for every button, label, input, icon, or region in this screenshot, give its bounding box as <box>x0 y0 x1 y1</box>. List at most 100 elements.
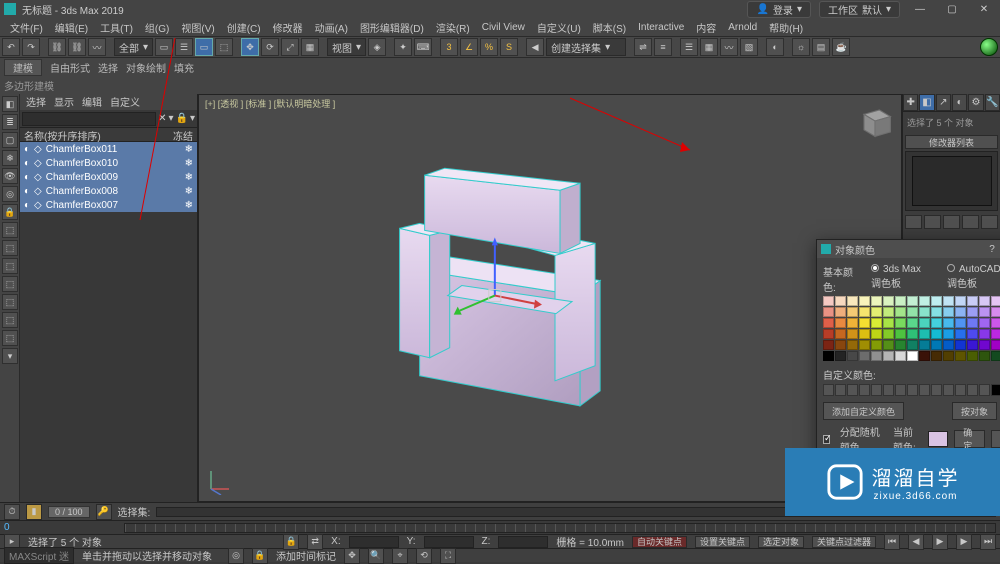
color-swatch[interactable] <box>955 351 966 361</box>
color-swatch[interactable] <box>871 351 882 361</box>
color-swatch[interactable] <box>859 296 870 306</box>
item-6[interactable]: ⬚ <box>2 312 18 328</box>
color-swatch[interactable] <box>871 340 882 350</box>
window-region-button[interactable]: ⬚ <box>215 38 233 56</box>
color-swatch[interactable] <box>967 351 978 361</box>
color-swatch[interactable] <box>847 351 858 361</box>
cmd-tab-create[interactable]: ✚ <box>903 94 918 111</box>
color-swatch[interactable] <box>847 318 858 328</box>
select-name-button[interactable]: ☰ <box>175 38 193 56</box>
render-button[interactable]: ☕ <box>832 38 850 56</box>
color-swatch[interactable] <box>883 307 894 317</box>
list-item[interactable]: ◐◇ChamferBox010❄ <box>20 156 197 170</box>
mirror-button[interactable]: ⇌ <box>634 38 652 56</box>
color-swatch[interactable] <box>943 340 954 350</box>
color-swatch[interactable] <box>823 351 834 361</box>
color-swatch[interactable] <box>859 318 870 328</box>
unlink-button[interactable]: ⛓ <box>68 38 86 56</box>
item-2[interactable]: ⬚ <box>2 240 18 256</box>
color-swatch[interactable] <box>847 340 858 350</box>
menu-rendering[interactable]: 渲染(R) <box>430 20 476 35</box>
custom-swatch[interactable] <box>871 384 882 396</box>
layer-explorer-button[interactable]: ☰ <box>680 38 698 56</box>
scene-tab-customize[interactable]: 自定义 <box>110 94 140 110</box>
color-swatch[interactable] <box>919 351 930 361</box>
color-swatch[interactable] <box>943 296 954 306</box>
color-swatch[interactable] <box>931 351 942 361</box>
color-swatch[interactable] <box>931 340 942 350</box>
select-place-button[interactable]: ▦ <box>301 38 319 56</box>
scene-search-input[interactable] <box>22 112 156 126</box>
item-4[interactable]: ⬚ <box>2 276 18 292</box>
named-sel-prev-button[interactable]: ◀ <box>526 38 544 56</box>
play-button[interactable]: ▶ <box>932 534 948 550</box>
color-swatch[interactable] <box>931 318 942 328</box>
modifier-list-header[interactable]: 修改器列表 <box>905 135 998 149</box>
color-swatch[interactable] <box>907 296 918 306</box>
scene-tab-display[interactable]: 显示 <box>54 94 74 110</box>
select-scale-button[interactable]: ⤢ <box>281 38 299 56</box>
cmd-tab-motion[interactable]: ◐ <box>952 94 967 111</box>
rect-region-button[interactable]: ▭ <box>195 38 213 56</box>
modifier-stack[interactable] <box>905 151 998 211</box>
color-swatch[interactable] <box>907 318 918 328</box>
color-swatch[interactable] <box>943 318 954 328</box>
align-button[interactable]: ≡ <box>654 38 672 56</box>
menu-file[interactable]: 文件(F) <box>4 20 49 35</box>
visibility-icon[interactable]: ◐ <box>24 144 30 155</box>
curve-editor-button[interactable]: 〰 <box>720 38 738 56</box>
pivot-button[interactable]: ◈ <box>368 38 386 56</box>
color-swatch[interactable] <box>907 351 918 361</box>
color-swatch[interactable] <box>835 340 846 350</box>
list-item[interactable]: ◐◇ChamferBox008❄ <box>20 184 197 198</box>
menu-modifiers[interactable]: 修改器 <box>267 20 309 35</box>
key-target-button[interactable]: 选定对象 <box>758 536 804 548</box>
cmd-tab-utilities[interactable]: 🔧 <box>985 94 1000 111</box>
custom-swatch[interactable] <box>907 384 918 396</box>
color-swatch[interactable] <box>967 296 978 306</box>
y-input[interactable] <box>424 536 474 548</box>
color-swatch[interactable] <box>823 329 834 339</box>
time-tag-button[interactable]: ▮ <box>26 504 42 520</box>
visibility-icon[interactable]: ◐ <box>24 172 30 183</box>
render-setup-button[interactable]: ☼ <box>792 38 810 56</box>
color-swatch[interactable] <box>847 296 858 306</box>
bind-spacewarp-button[interactable]: 〰 <box>88 38 106 56</box>
add-time-tag[interactable]: 添加时间标记 <box>276 548 336 563</box>
schematic-view-button[interactable]: ▧ <box>740 38 758 56</box>
color-swatch[interactable] <box>919 307 930 317</box>
custom-swatch[interactable] <box>943 384 954 396</box>
color-swatch[interactable] <box>991 351 1000 361</box>
layer-tool[interactable]: ≣ <box>2 114 18 130</box>
list-item[interactable]: ◐◇ChamferBox007❄ <box>20 198 197 212</box>
prev-frame-button[interactable]: ◀ <box>908 534 924 550</box>
dialog-help-button[interactable]: ? <box>983 242 1000 256</box>
menu-animation[interactable]: 动画(A) <box>309 20 354 35</box>
menu-create[interactable]: 创建(C) <box>221 20 267 35</box>
select-manipulate-button[interactable]: ✦ <box>394 38 412 56</box>
perspective-viewport[interactable]: [+] [透视 ] [标准 ] [默认明暗处理 ] <box>198 94 902 502</box>
color-swatch[interactable] <box>943 329 954 339</box>
remove-modifier-button[interactable] <box>962 215 979 229</box>
color-swatch[interactable] <box>895 329 906 339</box>
isolate-toggle[interactable]: ◎ <box>228 548 244 564</box>
configure-sets-button[interactable] <box>981 215 998 229</box>
material-editor-button[interactable]: ◐ <box>766 38 784 56</box>
undo-button[interactable]: ↶ <box>2 38 20 56</box>
ribbon-tab-selection[interactable]: 选择 <box>98 60 118 75</box>
custom-swatch[interactable] <box>895 384 906 396</box>
color-swatch[interactable] <box>967 307 978 317</box>
color-swatch[interactable] <box>907 307 918 317</box>
menu-scripting[interactable]: 脚本(S) <box>587 20 632 35</box>
ref-coord-dropdown[interactable]: 视图▾ <box>327 38 366 56</box>
color-swatch[interactable] <box>823 296 834 306</box>
color-swatch[interactable] <box>919 296 930 306</box>
color-swatch[interactable] <box>991 318 1000 328</box>
color-swatch[interactable] <box>991 329 1000 339</box>
color-swatch[interactable] <box>895 296 906 306</box>
color-swatch[interactable] <box>895 340 906 350</box>
hide-tool[interactable]: 👁 <box>2 168 18 184</box>
color-swatch[interactable] <box>919 318 930 328</box>
list-item[interactable]: ◐◇ChamferBox009❄ <box>20 170 197 184</box>
custom-swatch[interactable] <box>967 384 978 396</box>
